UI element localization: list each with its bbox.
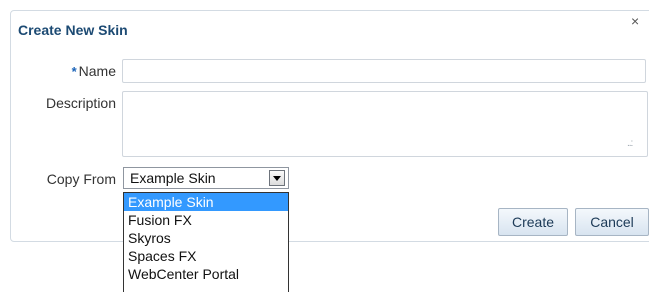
chevron-down-icon[interactable] (269, 170, 285, 186)
required-marker: * (71, 64, 77, 79)
close-icon[interactable]: × (631, 13, 639, 29)
copy-from-selected-value: Example Skin (130, 170, 216, 186)
dialog-title: Create New Skin (18, 22, 128, 38)
name-label-text: Name (78, 63, 116, 79)
description-label: Description (45, 95, 116, 111)
dropdown-option[interactable]: Skyros (124, 229, 288, 247)
dropdown-option[interactable]: Spaces FX (124, 247, 288, 265)
description-textarea[interactable] (122, 91, 648, 157)
copy-from-select[interactable]: Example Skin (123, 167, 289, 189)
name-label: * Name (6, 63, 116, 79)
dropdown-option[interactable]: Example Skin (124, 193, 288, 211)
create-button[interactable]: Create (498, 208, 568, 236)
cancel-button[interactable]: Cancel (575, 208, 649, 236)
dropdown-option[interactable]: WebCenter Portal (124, 265, 288, 283)
copy-from-label: Copy From (46, 171, 116, 187)
resize-grip-icon[interactable]: ..: (627, 138, 633, 149)
name-input[interactable] (122, 59, 646, 83)
copy-from-dropdown-list: Example Skin Fusion FX Skyros Spaces FX … (123, 192, 289, 292)
dropdown-option[interactable]: Fusion FX (124, 211, 288, 229)
